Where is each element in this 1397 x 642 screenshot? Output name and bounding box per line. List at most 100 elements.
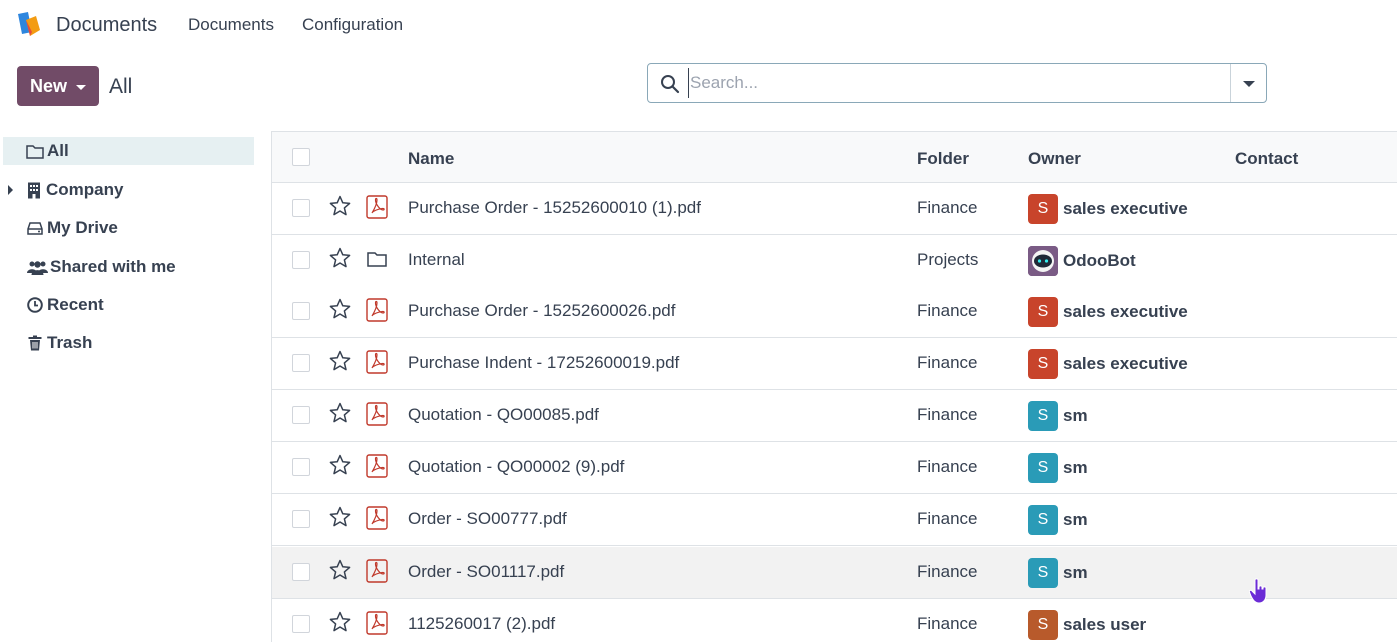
document-folder: Projects <box>917 250 979 269</box>
star-icon[interactable] <box>328 349 352 373</box>
document-name[interactable]: Order - SO00777.pdf <box>408 509 567 529</box>
document-folder: Finance <box>917 614 978 633</box>
sidebar-item-label: Recent <box>47 295 104 314</box>
column-header-name[interactable]: Name <box>408 149 454 169</box>
table-row[interactable]: Internal Projects OdooBot <box>272 235 1397 287</box>
documents-app-logo[interactable] <box>14 10 44 40</box>
sidebar-item-recent[interactable]: Recent <box>0 291 254 319</box>
menu-configuration[interactable]: Configuration <box>302 15 403 35</box>
app-name[interactable]: Documents <box>56 14 157 37</box>
document-name[interactable]: Quotation - QO00002 (9).pdf <box>408 457 624 477</box>
avatar: S <box>1028 401 1058 431</box>
owner-name: sm <box>1063 458 1088 477</box>
owner-cell[interactable]: Ssales executive <box>1028 194 1188 224</box>
owner-cell[interactable]: Ssales executive <box>1028 349 1188 379</box>
hand-cursor-icon <box>1249 578 1267 604</box>
document-folder: Finance <box>917 457 978 476</box>
document-folder: Finance <box>917 405 978 424</box>
folder-open-icon <box>25 142 45 160</box>
expand-caret-icon[interactable] <box>8 185 13 195</box>
row-checkbox[interactable] <box>292 510 310 528</box>
avatar: S <box>1028 194 1058 224</box>
owner-name: sales executive <box>1063 302 1188 321</box>
sidebar-item-label: Company <box>46 180 124 199</box>
document-name[interactable]: Order - SO01117.pdf <box>408 562 564 582</box>
avatar: S <box>1028 453 1058 483</box>
sidebar-item-trash[interactable]: Trash <box>0 329 254 357</box>
table-row[interactable]: Purchase Order - 15252600010 (1).pdf Fina… <box>272 183 1397 235</box>
document-name[interactable]: Quotation - QO00085.pdf <box>408 405 599 425</box>
column-header-owner[interactable]: Owner <box>1028 149 1081 169</box>
pdf-file-icon <box>366 454 388 478</box>
owner-cell[interactable]: Ssm <box>1028 558 1088 588</box>
document-name[interactable]: Purchase Order - 15252600010 (1).pdf <box>408 198 701 218</box>
owner-cell[interactable]: Ssm <box>1028 505 1088 535</box>
table-row[interactable]: Order - SO00777.pdf Finance Ssm <box>272 494 1397 546</box>
table-row[interactable]: Order - SO01117.pdf Finance Ssm <box>272 547 1397 599</box>
row-checkbox[interactable] <box>292 251 310 269</box>
top-navbar: Documents Documents Configuration <box>0 0 1397 50</box>
sidebar-item-company[interactable]: Company <box>0 176 254 204</box>
building-icon <box>24 181 44 199</box>
sidebar-item-shared-with-me[interactable]: Shared with me <box>0 253 254 281</box>
owner-name: sm <box>1063 563 1088 582</box>
document-name[interactable]: 1125260017 (2).pdf <box>408 614 555 634</box>
row-checkbox[interactable] <box>292 354 310 372</box>
table-row[interactable]: 1125260017 (2).pdf Finance Ssales user <box>272 599 1397 642</box>
document-folder: Finance <box>917 509 978 528</box>
search-options-toggle[interactable] <box>1230 64 1266 102</box>
sidebar-item-my-drive[interactable]: My Drive <box>0 214 254 242</box>
table-row[interactable]: Quotation - QO00085.pdf Finance Ssm <box>272 390 1397 442</box>
new-button-label: New <box>29 75 67 96</box>
owner-name: sales user <box>1063 615 1147 634</box>
search-input[interactable] <box>688 68 1228 98</box>
star-icon[interactable] <box>328 558 352 582</box>
column-header-contact[interactable]: Contact <box>1235 149 1298 169</box>
sidebar-item-all[interactable]: All <box>3 137 254 165</box>
document-list: Name Folder Owner Contact Purchase Order… <box>272 131 1397 642</box>
star-icon[interactable] <box>328 246 352 270</box>
sidebar-item-label: My Drive <box>47 218 118 237</box>
star-icon[interactable] <box>328 610 352 634</box>
row-checkbox[interactable] <box>292 406 310 424</box>
row-checkbox[interactable] <box>292 199 310 217</box>
avatar: S <box>1028 349 1058 379</box>
star-icon[interactable] <box>328 453 352 477</box>
trash-icon <box>25 334 45 352</box>
sidebar-item-label: Shared with me <box>50 257 176 276</box>
row-checkbox[interactable] <box>292 563 310 581</box>
row-checkbox[interactable] <box>292 458 310 476</box>
pdf-file-icon <box>366 559 388 583</box>
owner-name: sm <box>1063 406 1088 425</box>
column-header-folder[interactable]: Folder <box>917 149 969 169</box>
breadcrumb: All <box>109 75 133 98</box>
owner-cell[interactable]: Ssales executive <box>1028 297 1188 327</box>
select-all-checkbox[interactable] <box>292 148 310 166</box>
star-icon[interactable] <box>328 194 352 218</box>
owner-cell[interactable]: OdooBot <box>1028 246 1136 276</box>
hard-drive-icon <box>25 219 45 237</box>
star-icon[interactable] <box>328 297 352 321</box>
document-name[interactable]: Purchase Indent - 17252600019.pdf <box>408 353 679 373</box>
star-icon[interactable] <box>328 505 352 529</box>
document-name[interactable]: Purchase Order - 15252600026.pdf <box>408 301 675 321</box>
table-row[interactable]: Purchase Indent - 17252600019.pdf Finance… <box>272 338 1397 390</box>
document-name[interactable]: Internal <box>408 250 465 270</box>
owner-cell[interactable]: Ssm <box>1028 453 1088 483</box>
owner-cell[interactable]: Ssm <box>1028 401 1088 431</box>
table-row[interactable]: Quotation - QO00002 (9).pdf Finance Ssm <box>272 442 1397 494</box>
row-checkbox[interactable] <box>292 302 310 320</box>
avatar: S <box>1028 505 1058 535</box>
row-checkbox[interactable] <box>292 615 310 633</box>
menu-documents[interactable]: Documents <box>188 15 274 35</box>
pdf-file-icon <box>366 611 388 635</box>
star-icon[interactable] <box>328 401 352 425</box>
table-row[interactable]: Purchase Order - 15252600026.pdf Finance S… <box>272 286 1397 338</box>
search-bar <box>647 63 1267 103</box>
pdf-file-icon <box>366 195 388 219</box>
new-button[interactable]: New <box>17 66 99 106</box>
owner-cell[interactable]: Ssales user <box>1028 610 1146 640</box>
caret-down-icon <box>76 84 86 90</box>
pdf-file-icon <box>366 350 388 374</box>
pdf-file-icon <box>366 506 388 530</box>
